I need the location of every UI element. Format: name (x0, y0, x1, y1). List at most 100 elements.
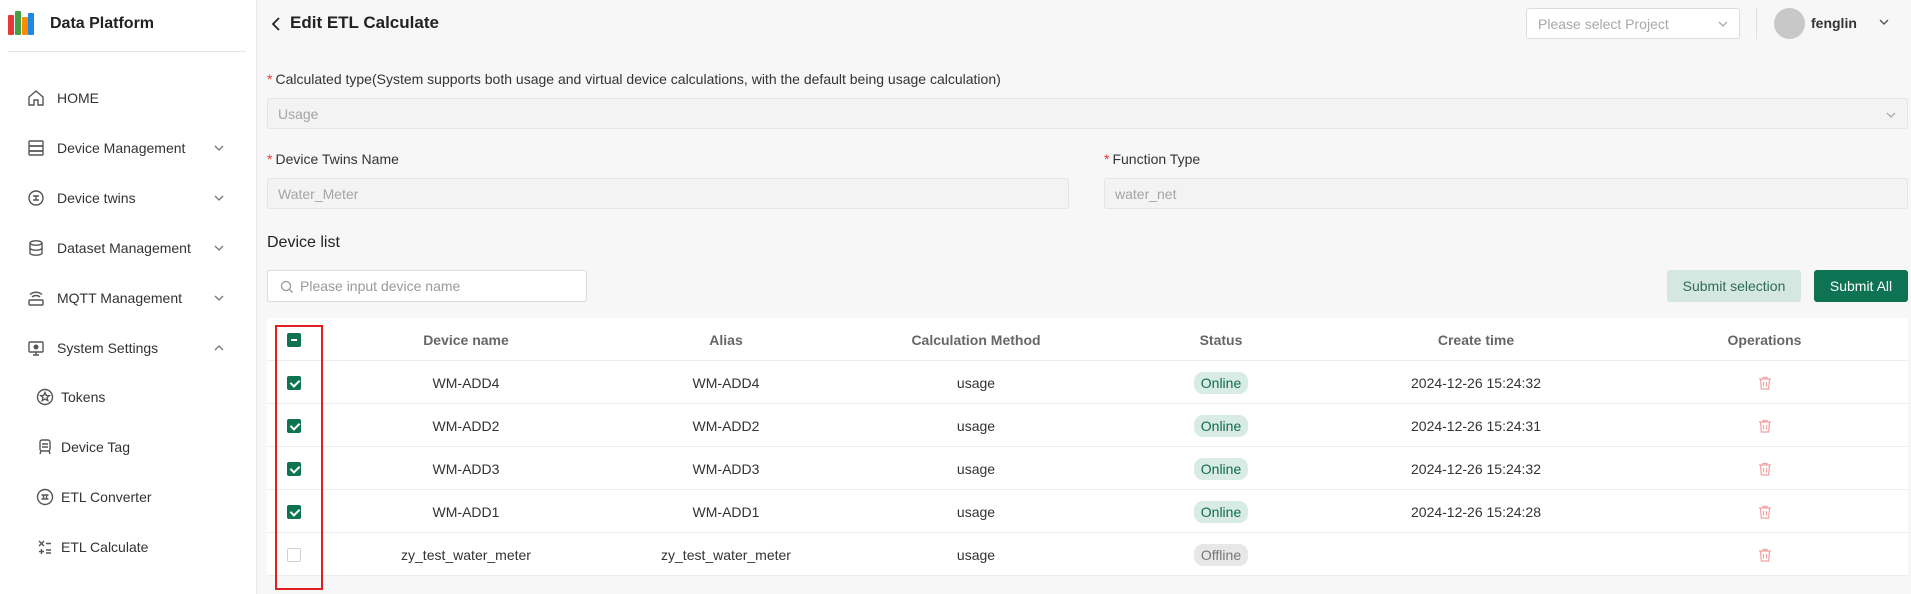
function-type-value: water_net (1115, 185, 1177, 202)
method-cell: usage (956, 417, 996, 434)
alias-cell: zy_test_water_meter (661, 546, 791, 563)
column-header: Create time (1437, 331, 1515, 348)
function-type-label: * Function Type (1104, 151, 1200, 167)
sidebar-item-device-management[interactable]: Device Management (0, 130, 257, 166)
chevron-down-icon (214, 195, 224, 201)
tag-icon (39, 439, 51, 455)
sidebar-item-etl-calculate[interactable]: ETL Calculate (0, 529, 257, 565)
router-icon (28, 291, 44, 306)
column-header: Alias (709, 331, 743, 348)
chevron-up-icon (214, 345, 224, 351)
method-cell: usage (956, 460, 996, 477)
device-name-cell: zy_test_water_meter (401, 546, 531, 563)
alias-cell: WM-ADD4 (692, 374, 760, 391)
table-row: WM-ADD3 WM-ADD3 usage Online 2024-12-26 … (267, 447, 1908, 490)
sidebar-item-etl-converter[interactable]: ETL Converter (0, 479, 257, 515)
trash-icon[interactable] (1757, 547, 1773, 563)
server-icon (28, 140, 44, 156)
project-select[interactable]: Please select Project (1526, 8, 1740, 39)
chevron-down-icon (214, 145, 224, 151)
sidebar: Data Platform HOME Device Management Dev… (0, 0, 257, 594)
create-time-cell: 2024-12-26 15:24:32 (1411, 460, 1541, 477)
sidebar-item-device-twins[interactable]: Device twins (0, 180, 257, 216)
sidebar-item-label: ETL Converter (61, 489, 152, 505)
device-name-cell: WM-ADD1 (432, 503, 500, 520)
sidebar-item-system-settings[interactable]: System Settings (0, 330, 257, 366)
brand-name: Data Platform (50, 15, 155, 32)
sidebar-item-device-tag[interactable]: Device Tag (0, 429, 257, 465)
row-checkbox[interactable] (287, 504, 301, 519)
sidebar-item-label: MQTT Management (57, 290, 183, 306)
calculate-icon (38, 540, 51, 554)
calc-type-value: Usage (278, 105, 319, 122)
sidebar-item-tokens[interactable]: Tokens (0, 379, 257, 415)
required-mark: * (267, 71, 273, 87)
trash-icon[interactable] (1757, 375, 1773, 391)
calc-type-label-text: Calculated type(System supports both usa… (275, 71, 1001, 87)
table-header-row: Device name Alias Calculation Method Sta… (267, 318, 1908, 361)
trash-icon[interactable] (1757, 504, 1773, 520)
method-cell: usage (956, 374, 996, 391)
sidebar-item-mqtt-management[interactable]: MQTT Management (0, 280, 257, 316)
home-icon (28, 90, 44, 106)
create-time-cell: 2024-12-26 15:24:28 (1411, 503, 1541, 520)
function-type-field[interactable]: water_net (1104, 178, 1908, 209)
sidebar-item-label: Device Management (57, 140, 186, 156)
back-arrow-icon[interactable] (269, 16, 283, 32)
column-header: Operations (1727, 331, 1802, 348)
row-checkbox[interactable] (287, 461, 301, 476)
chevron-down-icon[interactable] (1877, 15, 1891, 29)
sidebar-item-dataset-management[interactable]: Dataset Management (0, 230, 257, 266)
create-time-cell: 2024-12-26 15:24:32 (1411, 374, 1541, 391)
device-list-title: Device list (267, 234, 340, 251)
row-checkbox[interactable] (287, 418, 301, 433)
column-header: Device name (423, 331, 509, 348)
required-mark: * (1104, 151, 1110, 167)
submit-all-button[interactable]: Submit All (1814, 270, 1908, 302)
device-table: Device name Alias Calculation Method Sta… (267, 318, 1908, 576)
divider (8, 51, 246, 52)
calc-type-select[interactable]: Usage (267, 98, 1908, 129)
trash-icon[interactable] (1757, 461, 1773, 477)
column-header: Status (1199, 331, 1243, 348)
search-input[interactable] (300, 275, 580, 297)
device-search[interactable] (267, 270, 587, 302)
twin-icon (28, 190, 44, 206)
sidebar-item-label: Tokens (61, 389, 106, 405)
monitor-icon (28, 341, 44, 356)
chevron-down-icon (214, 245, 224, 251)
row-checkbox[interactable] (287, 375, 301, 390)
sidebar-item-label: ETL Calculate (61, 539, 149, 555)
page-header: Edit ETL Calculate Please select Project… (257, 0, 1911, 48)
sidebar-item-label: Device twins (57, 190, 136, 206)
search-icon (280, 280, 293, 293)
sidebar-item-label: System Settings (57, 340, 159, 356)
logo-icon (8, 11, 34, 37)
status-badge: Online (1193, 500, 1249, 523)
submit-selection-button[interactable]: Submit selection (1667, 270, 1801, 302)
row-checkbox[interactable] (287, 547, 301, 562)
twins-name-field[interactable]: Water_Meter (267, 178, 1069, 209)
project-select-placeholder: Please select Project (1538, 16, 1669, 32)
column-header: Calculation Method (911, 331, 1041, 348)
status-badge: Online (1193, 457, 1249, 480)
twins-name-value: Water_Meter (278, 185, 359, 202)
alias-cell: WM-ADD1 (692, 503, 760, 520)
status-badge: Offline (1193, 543, 1249, 566)
username[interactable]: fenglin (1811, 15, 1857, 31)
table-row: WM-ADD1 WM-ADD1 usage Online 2024-12-26 … (267, 490, 1908, 533)
alias-cell: WM-ADD3 (692, 460, 760, 477)
twins-name-label-text: Device Twins Name (275, 151, 399, 167)
table-row: WM-ADD2 WM-ADD2 usage Online 2024-12-26 … (267, 404, 1908, 447)
chevron-down-icon (1886, 112, 1896, 118)
brand[interactable]: Data Platform (8, 6, 154, 42)
sidebar-item-home[interactable]: HOME (0, 80, 257, 116)
converter-icon (36, 488, 54, 506)
trash-icon[interactable] (1757, 418, 1773, 434)
select-all-checkbox[interactable] (287, 332, 301, 347)
method-cell: usage (956, 546, 996, 563)
avatar[interactable] (1774, 8, 1805, 39)
function-type-label-text: Function Type (1112, 151, 1201, 167)
chevron-down-icon (1718, 21, 1728, 27)
create-time-cell (1331, 533, 1621, 576)
